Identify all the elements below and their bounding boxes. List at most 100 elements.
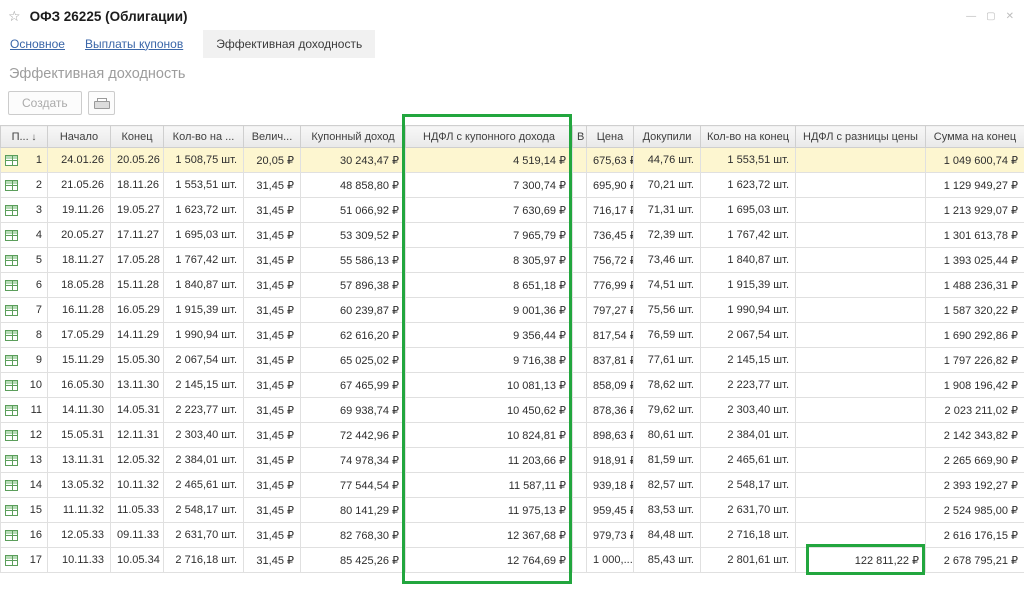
cell-qty_end[interactable]: 1 695,03 шт. [701, 198, 796, 223]
cell-total[interactable]: 1 393 025,44 ₽ [926, 248, 1024, 273]
cell-end[interactable]: 15.11.28 [111, 273, 164, 298]
cell-qty_end[interactable]: 2 801,61 шт. [701, 548, 796, 573]
cell-v[interactable] [573, 198, 587, 223]
cell-qty_start[interactable]: 1 990,94 шт. [164, 323, 244, 348]
cell-qty_end[interactable]: 2 223,77 шт. [701, 373, 796, 398]
cell-qty_start[interactable]: 1 767,42 шт. [164, 248, 244, 273]
cell-num[interactable]: 3 [1, 198, 48, 223]
cell-bought[interactable]: 72,39 шт. [634, 223, 701, 248]
cell-qty_end[interactable]: 2 303,40 шт. [701, 398, 796, 423]
cell-qty_start[interactable]: 1 553,51 шт. [164, 173, 244, 198]
cell-ndfl_diff[interactable] [796, 523, 926, 548]
cell-qty_end[interactable]: 1 915,39 шт. [701, 273, 796, 298]
table-row[interactable]: 817.05.2914.11.291 990,94 шт.31,45 ₽62 6… [1, 323, 1024, 348]
cell-total[interactable]: 1 488 236,31 ₽ [926, 273, 1024, 298]
cell-start[interactable]: 16.11.28 [48, 298, 111, 323]
cell-total[interactable]: 2 393 192,27 ₽ [926, 473, 1024, 498]
cell-qty_end[interactable]: 2 465,61 шт. [701, 448, 796, 473]
cell-ndfl_coupon[interactable]: 12 764,69 ₽ [406, 548, 573, 573]
cell-start[interactable]: 20.05.27 [48, 223, 111, 248]
cell-num[interactable]: 16 [1, 523, 48, 548]
column-header-bought[interactable]: Докупили [634, 126, 701, 148]
cell-ndfl_diff[interactable] [796, 498, 926, 523]
cell-ndfl_diff[interactable]: 122 811,22 ₽ [796, 548, 926, 573]
cell-price[interactable]: 797,27 ₽ [587, 298, 634, 323]
cell-bought[interactable]: 81,59 шт. [634, 448, 701, 473]
cell-coupon_income[interactable]: 51 066,92 ₽ [301, 198, 406, 223]
cell-num[interactable]: 12 [1, 423, 48, 448]
cell-bought[interactable]: 70,21 шт. [634, 173, 701, 198]
cell-qty_end[interactable]: 1 553,51 шт. [701, 148, 796, 173]
cell-price[interactable]: 898,63 ₽ [587, 423, 634, 448]
cell-end[interactable]: 17.11.27 [111, 223, 164, 248]
cell-v[interactable] [573, 273, 587, 298]
cell-coupon_value[interactable]: 31,45 ₽ [244, 273, 301, 298]
column-header-end[interactable]: Конец [111, 126, 164, 148]
column-header-ndfl_diff[interactable]: НДФЛ с разницы цены [796, 126, 926, 148]
table-row[interactable]: 221.05.2618.11.261 553,51 шт.31,45 ₽48 8… [1, 173, 1024, 198]
cell-qty_start[interactable]: 2 303,40 шт. [164, 423, 244, 448]
cell-price[interactable]: 959,45 ₽ [587, 498, 634, 523]
cell-total[interactable]: 1 690 292,86 ₽ [926, 323, 1024, 348]
cell-num[interactable]: 15 [1, 498, 48, 523]
cell-total[interactable]: 1 301 613,78 ₽ [926, 223, 1024, 248]
table-row[interactable]: 124.01.2620.05.261 508,75 шт.20,05 ₽30 2… [1, 148, 1024, 173]
cell-ndfl_diff[interactable] [796, 198, 926, 223]
cell-qty_start[interactable]: 2 465,61 шт. [164, 473, 244, 498]
cell-ndfl_diff[interactable] [796, 323, 926, 348]
cell-coupon_income[interactable]: 80 141,29 ₽ [301, 498, 406, 523]
cell-coupon_value[interactable]: 31,45 ₽ [244, 298, 301, 323]
cell-v[interactable] [573, 348, 587, 373]
cell-coupon_income[interactable]: 30 243,47 ₽ [301, 148, 406, 173]
cell-ndfl_diff[interactable] [796, 473, 926, 498]
cell-price[interactable]: 979,73 ₽ [587, 523, 634, 548]
cell-qty_start[interactable]: 1 623,72 шт. [164, 198, 244, 223]
cell-coupon_value[interactable]: 31,45 ₽ [244, 173, 301, 198]
print-button[interactable] [88, 91, 115, 115]
table-row[interactable]: 1215.05.3112.11.312 303,40 шт.31,45 ₽72 … [1, 423, 1024, 448]
cell-v[interactable] [573, 223, 587, 248]
cell-start[interactable]: 10.11.33 [48, 548, 111, 573]
cell-start[interactable]: 16.05.30 [48, 373, 111, 398]
cell-coupon_value[interactable]: 31,45 ₽ [244, 473, 301, 498]
cell-coupon_income[interactable]: 85 425,26 ₽ [301, 548, 406, 573]
cell-end[interactable]: 14.05.31 [111, 398, 164, 423]
cell-num[interactable]: 4 [1, 223, 48, 248]
table-row[interactable]: 618.05.2815.11.281 840,87 шт.31,45 ₽57 8… [1, 273, 1024, 298]
cell-end[interactable]: 16.05.29 [111, 298, 164, 323]
cell-start[interactable]: 15.11.29 [48, 348, 111, 373]
cell-qty_start[interactable]: 1 508,75 шт. [164, 148, 244, 173]
cell-coupon_value[interactable]: 31,45 ₽ [244, 448, 301, 473]
cell-qty_start[interactable]: 1 840,87 шт. [164, 273, 244, 298]
cell-bought[interactable]: 82,57 шт. [634, 473, 701, 498]
cell-coupon_income[interactable]: 65 025,02 ₽ [301, 348, 406, 373]
table-row[interactable]: 1511.11.3211.05.332 548,17 шт.31,45 ₽80 … [1, 498, 1024, 523]
cell-num[interactable]: 1 [1, 148, 48, 173]
minimize-icon[interactable]: — [966, 11, 976, 22]
cell-start[interactable]: 21.05.26 [48, 173, 111, 198]
cell-coupon_value[interactable]: 31,45 ₽ [244, 498, 301, 523]
cell-coupon_value[interactable]: 31,45 ₽ [244, 398, 301, 423]
cell-ndfl_coupon[interactable]: 4 519,14 ₽ [406, 148, 573, 173]
cell-num[interactable]: 11 [1, 398, 48, 423]
cell-coupon_income[interactable]: 67 465,99 ₽ [301, 373, 406, 398]
cell-qty_end[interactable]: 2 067,54 шт. [701, 323, 796, 348]
cell-ndfl_coupon[interactable]: 11 587,11 ₽ [406, 473, 573, 498]
cell-end[interactable]: 17.05.28 [111, 248, 164, 273]
cell-ndfl_coupon[interactable]: 9 001,36 ₽ [406, 298, 573, 323]
cell-start[interactable]: 19.11.26 [48, 198, 111, 223]
cell-total[interactable]: 2 678 795,21 ₽ [926, 548, 1024, 573]
cell-total[interactable]: 1 797 226,82 ₽ [926, 348, 1024, 373]
cell-ndfl_coupon[interactable]: 12 367,68 ₽ [406, 523, 573, 548]
cell-coupon_value[interactable]: 31,45 ₽ [244, 348, 301, 373]
cell-num[interactable]: 8 [1, 323, 48, 348]
cell-ndfl_diff[interactable] [796, 173, 926, 198]
maximize-icon[interactable]: ▢ [986, 11, 995, 22]
cell-start[interactable]: 11.11.32 [48, 498, 111, 523]
close-icon[interactable]: ✕ [1006, 11, 1014, 22]
cell-num[interactable]: 10 [1, 373, 48, 398]
cell-bought[interactable]: 73,46 шт. [634, 248, 701, 273]
cell-price[interactable]: 675,63 ₽ [587, 148, 634, 173]
cell-end[interactable]: 13.11.30 [111, 373, 164, 398]
cell-coupon_value[interactable]: 31,45 ₽ [244, 523, 301, 548]
